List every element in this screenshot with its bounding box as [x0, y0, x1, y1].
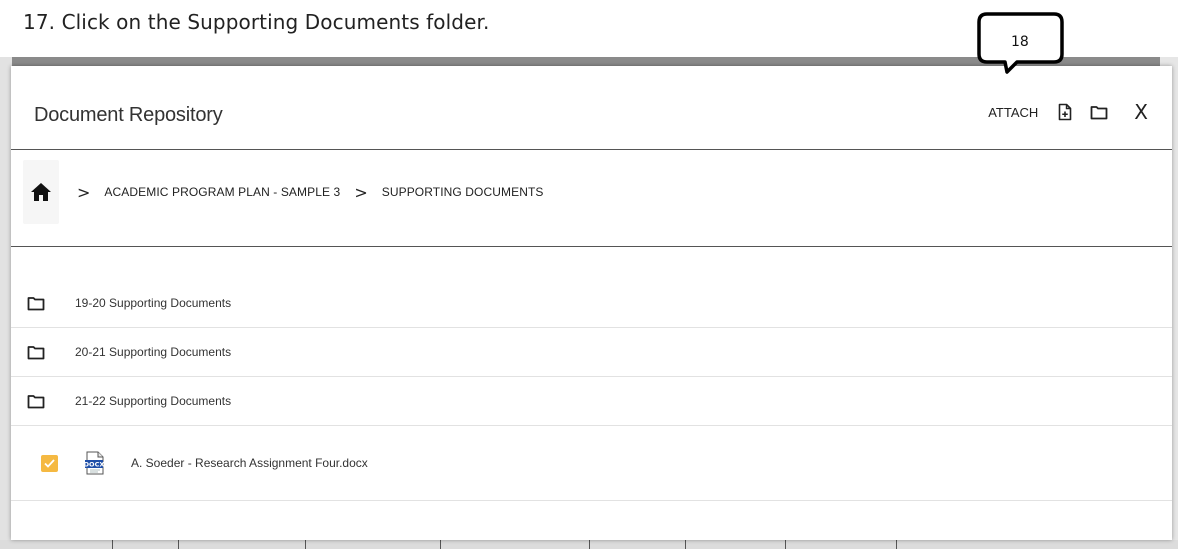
document-repository-modal: Document Repository ATTACH X > ACADEMIC …: [11, 66, 1172, 540]
file-list: 19-20 Supporting Documents 20-21 Support…: [11, 279, 1172, 501]
checkmark-icon: [44, 458, 55, 468]
breadcrumb-separator: >: [77, 182, 91, 202]
modal-title: Document Repository: [34, 104, 223, 126]
background-column-line: [785, 540, 786, 549]
docx-icon: DOCX: [85, 451, 105, 475]
header-divider: [11, 149, 1172, 150]
folder-name[interactable]: 20-21 Supporting Documents: [75, 345, 231, 359]
home-button[interactable]: [23, 160, 59, 224]
folder-icon: [27, 296, 49, 311]
folder-icon: [27, 345, 49, 360]
file-plus-icon[interactable]: [1058, 103, 1072, 121]
step-caption: 17. Click on the Supporting Documents fo…: [23, 10, 490, 34]
breadcrumb: > ACADEMIC PROGRAM PLAN - SAMPLE 3 > SUP…: [23, 160, 544, 224]
background-column-line: [112, 540, 113, 549]
folder-row-21-22[interactable]: 21-22 Supporting Documents: [11, 377, 1172, 426]
modal-header-actions: ATTACH X: [988, 96, 1148, 128]
folder-name[interactable]: 19-20 Supporting Documents: [75, 296, 231, 310]
background-column-line: [685, 540, 686, 549]
breadcrumb-item-supporting-documents[interactable]: SUPPORTING DOCUMENTS: [382, 185, 544, 199]
document-row[interactable]: DOCX A. Soeder - Research Assignment Fou…: [11, 426, 1172, 501]
background-column-line: [589, 540, 590, 549]
folder-row-20-21[interactable]: 20-21 Supporting Documents: [11, 328, 1172, 377]
step-callout-number: 18: [1011, 34, 1029, 50]
background-column-line: [305, 540, 306, 549]
home-icon: [31, 183, 51, 201]
folder-row-19-20[interactable]: 19-20 Supporting Documents: [11, 279, 1172, 328]
breadcrumb-divider: [11, 246, 1172, 247]
select-checkbox[interactable]: [41, 454, 58, 472]
breadcrumb-item-academic-program-plan[interactable]: ACADEMIC PROGRAM PLAN - SAMPLE 3: [104, 185, 340, 199]
background-column-line: [440, 540, 441, 549]
close-button[interactable]: X: [1134, 100, 1148, 124]
docx-badge-text: DOCX: [85, 461, 104, 469]
background-column-line: [896, 540, 897, 549]
breadcrumb-separator: >: [354, 182, 368, 202]
folder-icon[interactable]: [1090, 105, 1108, 120]
folder-name[interactable]: 21-22 Supporting Documents: [75, 394, 231, 408]
background-column-line: [178, 540, 179, 549]
attach-button[interactable]: ATTACH: [988, 105, 1038, 120]
folder-icon: [27, 394, 49, 409]
document-name[interactable]: A. Soeder - Research Assignment Four.doc…: [131, 456, 368, 470]
